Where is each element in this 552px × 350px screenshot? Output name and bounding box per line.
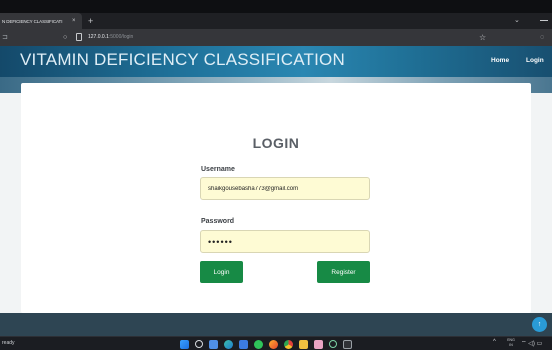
file-explorer-icon[interactable] — [209, 339, 218, 349]
nav-login-link[interactable]: Login — [526, 57, 544, 64]
store-icon[interactable] — [239, 339, 248, 349]
url-field[interactable]: 127.0.0.1:5000/login — [88, 29, 133, 46]
search-icon[interactable] — [195, 340, 203, 348]
register-button[interactable]: Register — [317, 261, 370, 283]
window-top-strip — [0, 0, 552, 13]
nav-home-link[interactable]: Home — [491, 57, 509, 64]
os-taskbar: ready ^ ENG IN ⌔ ◁) ▭ — [0, 336, 552, 350]
terminal-icon[interactable] — [343, 339, 352, 349]
tab-title: N DEFICIENCY CLASSIFICATI — [2, 18, 63, 24]
circle-app-icon[interactable] — [329, 340, 337, 348]
site-footer — [0, 313, 552, 336]
whatsapp-icon[interactable] — [254, 339, 263, 349]
browser-tab-bar: N DEFICIENCY CLASSIFICATI × + ⌄ — [0, 13, 552, 29]
windows-start-icon[interactable] — [180, 339, 189, 349]
app-icon[interactable] — [314, 339, 323, 349]
address-bar: ⊐ ○ 127.0.0.1:5000/login ☆ ◌ — [0, 29, 552, 46]
url-host: 127.0.0.1 — [88, 34, 109, 40]
tray-chevron-icon[interactable]: ^ — [493, 339, 496, 345]
arrow-up-icon[interactable]: ↑ — [532, 317, 547, 332]
page-info-icon[interactable] — [76, 33, 82, 41]
close-icon[interactable]: × — [72, 18, 76, 24]
browser-tab[interactable]: N DEFICIENCY CLASSIFICATI × — [0, 13, 82, 29]
site-title: VITAMIN DEFICIENCY CLASSIFICATION — [20, 50, 345, 69]
back-icon[interactable]: ⊐ — [2, 29, 8, 46]
login-button[interactable]: Login — [200, 261, 243, 283]
site-header: VITAMIN DEFICIENCY CLASSIFICATION Home L… — [0, 46, 552, 77]
minimize-icon[interactable] — [540, 20, 548, 21]
new-tab-button[interactable]: + — [88, 13, 93, 29]
screen: N DEFICIENCY CLASSIFICATI × + ⌄ ⊐ ○ 127.… — [0, 0, 552, 350]
status-text: ready — [2, 340, 15, 346]
url-path: :5000/login — [108, 34, 134, 40]
username-label: Username — [201, 166, 235, 173]
region-code: IN — [509, 343, 513, 347]
folder-icon[interactable] — [299, 339, 308, 349]
tray-status-icons[interactable]: ⌔ ◁) ▭ — [521, 339, 542, 347]
password-input[interactable] — [200, 230, 370, 253]
extension-icon[interactable]: ◌ — [540, 29, 544, 46]
login-heading: LOGIN — [252, 135, 300, 151]
star-icon[interactable]: ☆ — [479, 29, 486, 46]
reload-icon[interactable]: ○ — [63, 29, 67, 46]
language-code: ENG — [507, 338, 515, 342]
chrome-icon[interactable] — [284, 339, 293, 349]
taskbar-apps — [180, 338, 352, 350]
edge-browser-icon[interactable] — [224, 339, 233, 349]
password-label: Password — [201, 218, 235, 225]
language-indicator[interactable]: ENG IN — [505, 338, 517, 348]
chevron-down-icon[interactable]: ⌄ — [514, 13, 520, 29]
username-input[interactable] — [200, 177, 370, 200]
firefox-icon[interactable] — [269, 339, 278, 349]
